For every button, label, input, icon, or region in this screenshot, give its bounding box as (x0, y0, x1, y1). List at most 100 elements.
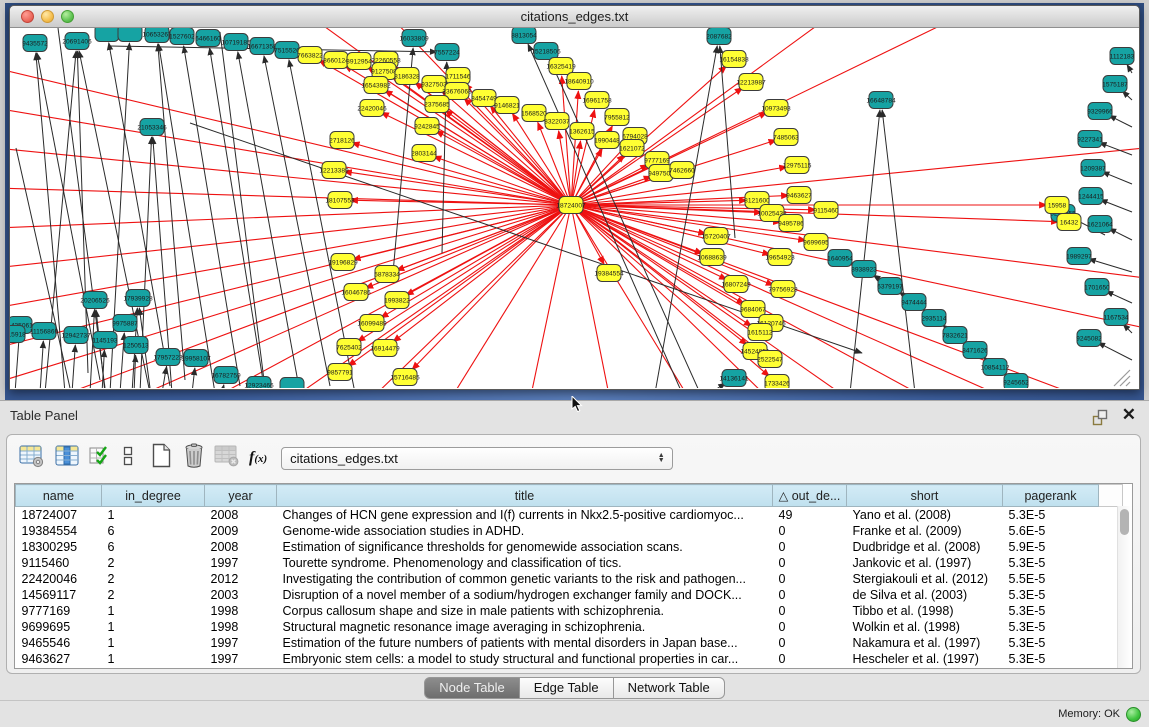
graph-node[interactable]: 1575187 (1102, 76, 1128, 93)
graph-node[interactable]: 10688639 (697, 249, 727, 266)
graph-node[interactable] (280, 378, 304, 389)
graph-node[interactable]: 1167534 (1103, 309, 1129, 326)
graph-node[interactable]: 2803144 (411, 145, 437, 162)
graph-node[interactable]: 12923466 (244, 377, 274, 389)
graph-node[interactable]: 6379197 (877, 278, 903, 295)
graph-node[interactable]: 8471626 (962, 342, 988, 359)
graph-node[interactable]: 16914479 (370, 340, 400, 357)
graph-node[interactable]: 8938923 (851, 261, 877, 278)
graph-node[interactable]: 7955812 (604, 109, 630, 126)
column-header-title[interactable]: title (277, 485, 773, 507)
graph-node[interactable]: 19654923 (765, 249, 795, 266)
graph-node[interactable]: 1209387 (1080, 160, 1106, 177)
graph-node[interactable]: 16432 (1057, 214, 1081, 231)
column-header-name[interactable]: name (16, 485, 102, 507)
graph-canvas[interactable]: 1872400794355722069140610653267152760264… (10, 28, 1139, 388)
graph-node[interactable]: 10973493 (761, 100, 791, 117)
graph-node[interactable]: 12213987 (736, 74, 766, 91)
graph-node[interactable]: 16154838 (719, 51, 749, 68)
show-columns-icon[interactable] (55, 444, 81, 473)
window-titlebar[interactable]: citations_edges.txt (10, 6, 1139, 28)
graph-node-hub[interactable]: 18724007 (556, 197, 586, 214)
network-view-window[interactable]: citations_edges.txt 18724007943557220691… (9, 5, 1140, 390)
graph-node[interactable]: 8322037 (544, 113, 570, 130)
float-panel-icon[interactable] (1091, 409, 1109, 426)
table-vertical-scrollbar[interactable] (1117, 506, 1132, 668)
graph-node[interactable]: 2935114 (921, 310, 947, 327)
graph-node[interactable] (118, 28, 142, 42)
table-row[interactable]: 969969511998Structural magnetic resonanc… (16, 619, 1123, 635)
graph-node[interactable]: 18107553 (325, 192, 355, 209)
graph-node[interactable]: 1527602 (169, 28, 195, 45)
graph-node[interactable]: 10854112 (981, 359, 1010, 376)
graph-node[interactable]: 9245652 (1003, 374, 1029, 389)
graph-node[interactable]: 12213389 (319, 162, 349, 179)
graph-node[interactable]: 18640910 (564, 73, 594, 90)
graph-node[interactable]: 8186328 (394, 68, 420, 85)
graph-node[interactable]: 2375685 (424, 96, 450, 113)
graph-node[interactable]: 9329966 (1087, 103, 1113, 120)
graph-node[interactable]: 15716485 (390, 369, 420, 386)
graph-node[interactable]: 6466160 (195, 30, 221, 47)
graph-node[interactable]: 9245082 (1076, 330, 1102, 347)
graph-node[interactable]: 16961758 (582, 92, 612, 109)
zoom-window-icon[interactable] (61, 10, 74, 23)
graph-node[interactable]: 16807249 (721, 276, 751, 293)
graph-node[interactable]: 5878334 (374, 266, 400, 283)
graph-node[interactable]: 15958 (1045, 197, 1069, 214)
graph-node[interactable]: 8912954 (346, 53, 372, 70)
graph-node[interactable]: 20206526 (80, 292, 110, 309)
graph-node[interactable]: 9474444 (901, 294, 927, 311)
graph-node[interactable]: 1993822 (384, 292, 410, 309)
graph-node[interactable]: 79756928 (768, 281, 798, 298)
minimize-window-icon[interactable] (41, 10, 54, 23)
graph-node[interactable]: 22420046 (357, 100, 387, 117)
graph-node[interactable]: 20691406 (62, 33, 92, 50)
graph-node[interactable]: 1112183 (1110, 48, 1135, 65)
graph-node[interactable]: 12975115 (783, 157, 812, 174)
graph-node[interactable]: 15720407 (701, 228, 731, 245)
graph-node[interactable]: 2718126 (329, 132, 355, 149)
graph-node[interactable]: 1621064 (1087, 216, 1113, 233)
graph-node[interactable]: 1711546 (445, 68, 471, 85)
table-row[interactable]: 1456911722003Disruption of a novel membe… (16, 587, 1123, 603)
column-checks-icon[interactable] (89, 444, 111, 473)
column-header-out-de-[interactable]: △ out_de... (773, 485, 847, 507)
graph-node[interactable]: 9857791 (327, 364, 353, 381)
graph-node[interactable]: 19196829 (328, 254, 358, 271)
graph-node[interactable]: 9699695 (803, 234, 829, 251)
tab-network-table[interactable]: Network Table (614, 677, 725, 699)
graph-node[interactable]: 1990448 (594, 132, 620, 149)
graph-node[interactable]: 9975887 (112, 315, 138, 332)
graph-node[interactable]: 10653267 (142, 28, 172, 43)
graph-node[interactable]: 16671358 (247, 38, 277, 55)
row-height-icon[interactable] (121, 444, 135, 473)
table-row[interactable]: 1872400712008Changes of HCN gene express… (16, 507, 1123, 524)
graph-node[interactable]: 16782759 (211, 367, 241, 384)
column-header-pagerank[interactable]: pagerank (1003, 485, 1099, 507)
close-panel-icon[interactable]: ✕ (1122, 405, 1136, 425)
graph-node[interactable]: 1733426 (764, 375, 790, 389)
graph-node[interactable]: 9242845 (414, 118, 440, 135)
graph-node[interactable]: 14136141 (719, 370, 749, 387)
graph-node[interactable]: 9115460 (813, 202, 839, 219)
graph-node[interactable]: 1244415 (1078, 188, 1104, 205)
graph-node[interactable]: 9227341 (1077, 131, 1103, 148)
graph-node[interactable]: 17939928 (123, 290, 153, 307)
graph-node[interactable]: 1145193 (92, 332, 118, 349)
graph-node[interactable]: 9495786 (778, 215, 804, 232)
table-source-select[interactable]: citations_edges.txt ▲▼ (281, 447, 673, 470)
graph-node[interactable]: 17957223 (153, 349, 183, 366)
graph-node[interactable]: 12942737 (61, 327, 91, 344)
table-row[interactable]: 1938455462009Genome-wide association stu… (16, 523, 1123, 539)
table-row[interactable]: 2242004622012Investigating the contribut… (16, 571, 1123, 587)
graph-node[interactable]: 19958107 (181, 350, 211, 367)
graph-node[interactable]: 1640954 (827, 250, 853, 267)
scrollbar-thumb[interactable] (1120, 509, 1129, 535)
table-row[interactable]: 946554611997Estimation of the future num… (16, 635, 1123, 651)
graph-node[interactable]: 1989297 (1066, 248, 1092, 265)
column-header-year[interactable]: year (205, 485, 277, 507)
table-row[interactable]: 911546021997Tourette syndrome. Phenomeno… (16, 555, 1123, 571)
graph-node[interactable]: 7625402 (336, 339, 362, 356)
graph-node[interactable]: 9463627 (786, 187, 812, 204)
